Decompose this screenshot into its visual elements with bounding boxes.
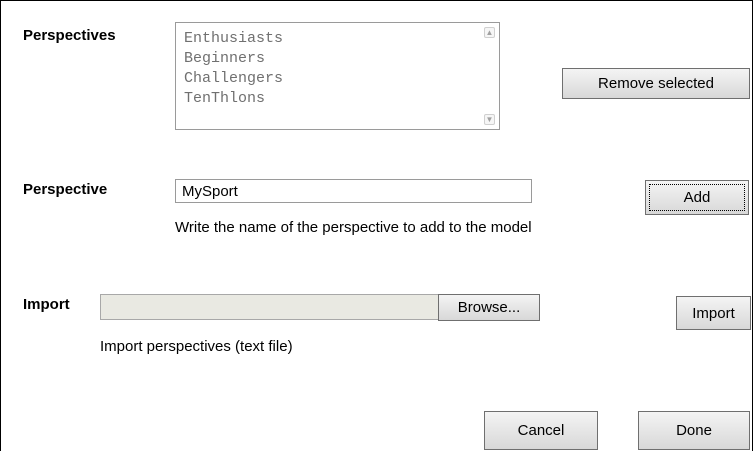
list-item[interactable]: TenThlons [184, 89, 499, 109]
browse-button[interactable]: Browse... [438, 294, 540, 321]
list-item[interactable]: Challengers [184, 69, 499, 89]
list-item[interactable]: Enthusiasts [184, 29, 499, 49]
cancel-button[interactable]: Cancel [484, 411, 598, 450]
perspective-help-text: Write the name of the perspective to add… [175, 219, 532, 236]
remove-selected-button[interactable]: Remove selected [562, 68, 750, 99]
perspective-label: Perspective [23, 181, 108, 198]
scroll-down-arrow-icon[interactable]: ▼ [484, 114, 495, 125]
list-item[interactable]: Beginners [184, 49, 499, 69]
import-button[interactable]: Import [676, 296, 751, 330]
scroll-up-arrow-icon[interactable]: ▲ [484, 27, 495, 38]
perspective-name-input[interactable] [175, 179, 532, 203]
import-file-path-field[interactable] [100, 294, 440, 320]
import-help-text: Import perspectives (text file) [100, 338, 293, 355]
perspectives-listbox[interactable]: Enthusiasts Beginners Challengers TenThl… [175, 22, 500, 130]
import-label: Import [23, 296, 70, 313]
add-button[interactable]: Add [645, 180, 749, 215]
perspectives-label: Perspectives [23, 27, 116, 44]
done-button[interactable]: Done [638, 411, 750, 450]
